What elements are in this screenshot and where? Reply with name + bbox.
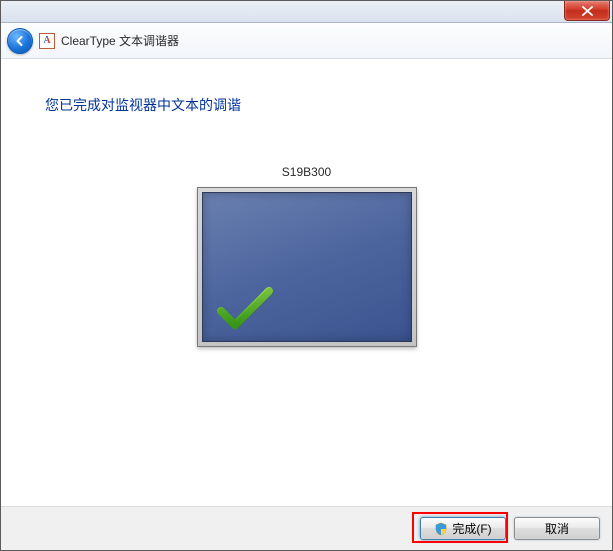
close-icon [582,6,593,16]
finish-button[interactable]: 完成(F) [420,517,506,540]
arrow-left-icon [13,34,27,48]
dialog-window: A ClearType 文本调谐器 您已完成对监视器中文本的调谐 S19B300 [0,0,613,551]
monitor-preview-wrap: S19B300 [45,165,568,347]
content-area: 您已完成对监视器中文本的调谐 S19B300 [1,59,612,506]
close-button[interactable] [564,1,610,21]
app-icon: A [39,33,55,49]
cancel-button[interactable]: 取消 [514,517,600,540]
page-heading: 您已完成对监视器中文本的调谐 [45,95,568,115]
monitor-label: S19B300 [45,165,568,179]
back-button[interactable] [7,28,33,54]
monitor-screen [202,192,412,342]
finish-button-label: 完成(F) [452,520,491,537]
checkmark-icon [217,285,273,331]
cancel-button-label: 取消 [545,520,569,537]
header-bar: A ClearType 文本调谐器 [1,23,612,59]
shield-icon [434,522,448,536]
monitor-frame [197,187,417,347]
titlebar [1,1,612,23]
footer-bar: 完成(F) 取消 [1,506,612,550]
header-title: ClearType 文本调谐器 [61,32,179,49]
